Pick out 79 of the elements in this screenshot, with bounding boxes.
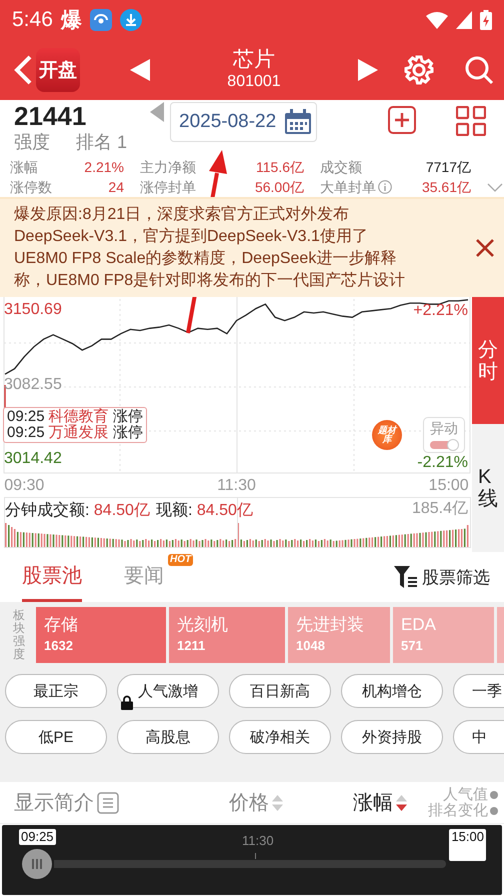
event-entry[interactable]: 09:25 科德教育 涨停 (7, 409, 143, 425)
price-tick: 3082.55 (4, 376, 62, 394)
stat-value: 24 (108, 178, 124, 197)
add-icon[interactable] (388, 106, 416, 134)
event-entry[interactable]: 09:25 万通发展 涨停 (7, 425, 143, 441)
low-change: -2.21% (417, 454, 468, 472)
current-volume: 现额: 84.50亿 (156, 500, 253, 521)
high-change: +2.21% (413, 302, 468, 320)
stat-value: 56.00亿 (254, 178, 304, 197)
stat-label: 成交额 (320, 158, 362, 177)
battery-icon (480, 10, 492, 30)
filter-chip[interactable]: 百日新高 (229, 674, 331, 708)
list-icon (97, 792, 119, 814)
filter-icon (394, 566, 418, 588)
app-icon (90, 9, 112, 31)
view-tab[interactable]: K线 (472, 424, 504, 552)
close-icon[interactable] (476, 239, 494, 257)
stat-label: 主力净额 (140, 158, 196, 177)
filter-chip[interactable]: 高股息 (117, 720, 219, 754)
date-picker[interactable]: 2025-08-22 (170, 102, 318, 142)
sector-code: 801001 (227, 72, 281, 92)
next-icon[interactable] (358, 59, 378, 81)
stat-label: 涨停封单 (140, 178, 196, 197)
filter-chip[interactable]: 最正宗 (5, 674, 107, 708)
stat-value: 2.21% (84, 158, 124, 177)
stat-value: 115.6亿 (256, 158, 304, 177)
notification-glyph: 爆 (60, 8, 82, 34)
filter-chip[interactable]: 一季 (453, 674, 504, 708)
strength-value: 21441 (14, 102, 88, 130)
sector-strength-label: 板块强度 (13, 608, 25, 662)
strength-label: 强度 (14, 131, 50, 154)
hot-badge: HOT (168, 554, 194, 566)
rank-label: 排名 1 (76, 131, 128, 154)
stat-label: 涨幅 (10, 158, 38, 177)
filter-chip[interactable]: 破净相关 (229, 720, 331, 754)
volume-max: 185.4亿 (412, 500, 468, 518)
filter-chip[interactable]: 中 (453, 720, 504, 754)
midday-time-label: 11:30 (242, 833, 274, 848)
stat-value: 7717亿 (426, 158, 471, 177)
price-tick: 3150.69 (4, 301, 62, 319)
filter-chip[interactable]: 低PE (5, 720, 107, 754)
filter-chip[interactable]: 人气激增 (117, 674, 219, 708)
calendar-icon (284, 109, 312, 135)
volume-label: 分钟成交额: 84.50亿 (5, 500, 150, 521)
replay-slider-thumb[interactable] (22, 849, 52, 879)
stat-label: 大单封单 (320, 178, 376, 197)
end-time-label: 15:00 (449, 829, 486, 861)
stat-value: 35.61亿 (422, 178, 471, 197)
view-tab[interactable]: 分时 (472, 297, 504, 424)
start-time-label: 09:25 (19, 829, 56, 845)
previous-day-icon[interactable] (150, 102, 164, 122)
open-marker (4, 385, 6, 409)
stat-label: 涨停数 (10, 178, 52, 197)
download-icon (120, 9, 142, 31)
news-reason: 爆发原因:8月21日，深度求索官方正式对外发布 DeepSeek-V3.1，官方提到DeepSeek-V3.1使用了 UE8M0 FP8 Scale的参数精度，DeepSeek进一步解释 称，UE8M0 FP8是针对即将发布的下一代国产芯片设计 (14, 204, 406, 291)
partial-sector-tile[interactable] (497, 607, 504, 663)
grid-icon[interactable] (456, 106, 486, 136)
app-logo: 开盘 (36, 48, 80, 92)
sort-column[interactable]: 价格 (229, 789, 283, 816)
time-tick: 15:00 (428, 477, 469, 495)
time-tick: 11:30 (217, 477, 256, 495)
search-icon[interactable] (464, 55, 494, 85)
price-tick: 3014.42 (4, 450, 62, 468)
back-icon[interactable] (12, 54, 34, 86)
settings-icon[interactable] (404, 55, 434, 85)
clock: 5:46 (12, 8, 53, 32)
wifi-icon (426, 11, 448, 29)
signal-icon (456, 11, 472, 29)
dot-icon (490, 806, 498, 814)
show-intro-toggle[interactable]: 显示简介 (14, 789, 119, 816)
time-tick: 09:30 (4, 477, 44, 495)
previous-icon[interactable] (130, 59, 150, 81)
info-icon[interactable] (378, 180, 392, 194)
filter-chip[interactable]: 外资持股 (341, 720, 443, 754)
page-title: 芯片 (233, 48, 275, 72)
stock-filter-button[interactable]: 股票筛选 (394, 566, 490, 588)
dot-icon (490, 790, 498, 798)
sort-column[interactable]: 涨幅 (353, 789, 407, 816)
filter-chip[interactable]: 机构增仓 (341, 674, 443, 708)
